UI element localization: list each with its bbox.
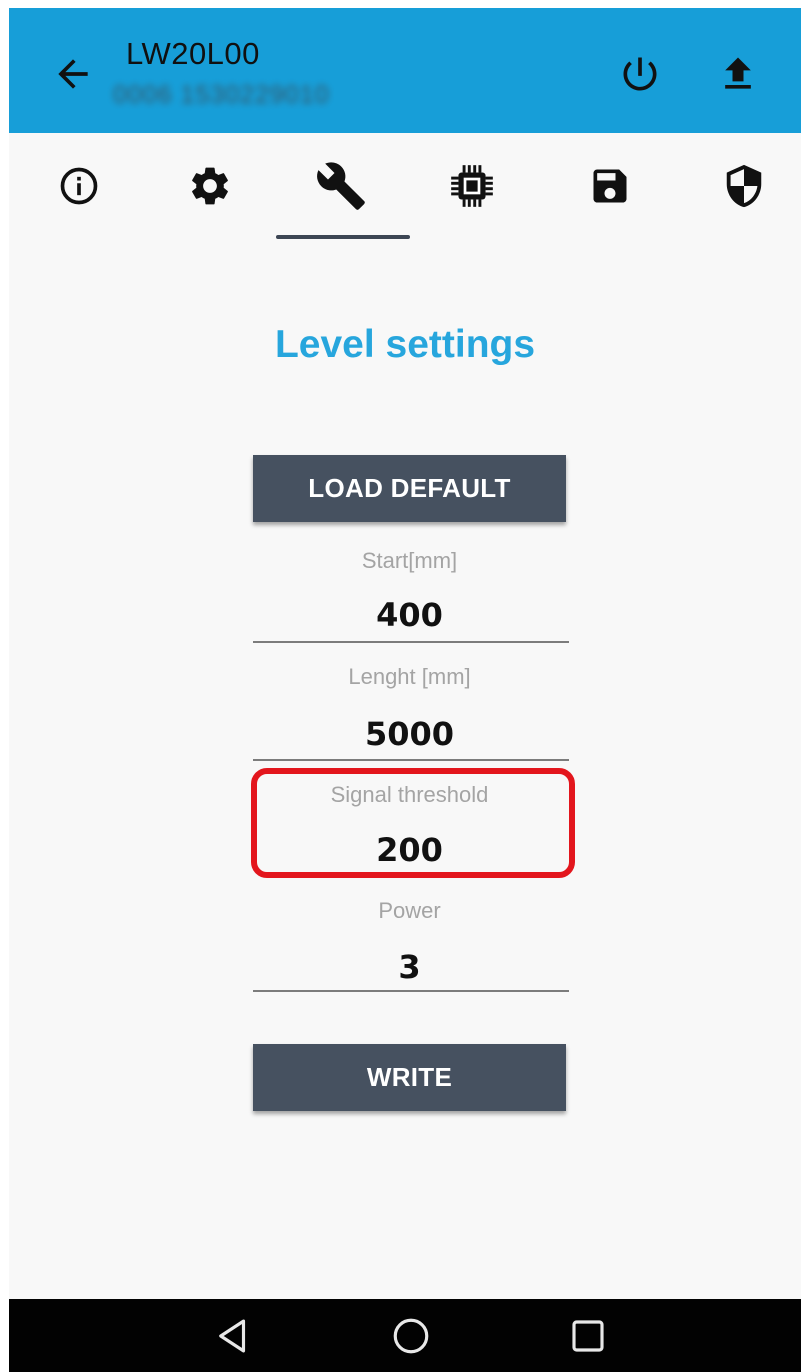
app-bar: LW20L00 0006 1530229010 bbox=[9, 8, 801, 133]
system-navigation-bar bbox=[9, 1299, 801, 1372]
recents-square-icon bbox=[572, 1320, 604, 1352]
tab-tools[interactable] bbox=[315, 160, 367, 212]
device-title: LW20L00 bbox=[126, 36, 260, 71]
power-underline bbox=[253, 990, 569, 992]
settings-gear-icon bbox=[192, 167, 228, 205]
power-button[interactable] bbox=[618, 52, 662, 96]
power-label: Power bbox=[378, 898, 441, 923]
length-input[interactable] bbox=[253, 712, 566, 756]
tab-security[interactable] bbox=[718, 160, 770, 212]
nav-back-button[interactable] bbox=[212, 1315, 254, 1357]
home-circle-icon bbox=[393, 1318, 429, 1354]
length-underline bbox=[253, 759, 569, 761]
tab-settings[interactable] bbox=[184, 160, 236, 212]
device-serial: 0006 1530229010 bbox=[113, 81, 330, 109]
tab-save[interactable] bbox=[584, 160, 636, 212]
tab-hardware[interactable] bbox=[446, 160, 498, 212]
power-input[interactable] bbox=[253, 945, 566, 989]
signal-threshold-highlight bbox=[251, 768, 575, 878]
start-input[interactable] bbox=[253, 593, 566, 637]
info-icon bbox=[60, 167, 98, 205]
chip-icon bbox=[451, 165, 493, 207]
nav-recents-button[interactable] bbox=[567, 1315, 609, 1357]
app-screen: LW20L00 0006 1530229010 Level settings L… bbox=[9, 8, 801, 1372]
start-label: Start[mm] bbox=[361, 548, 458, 573]
upload-button[interactable] bbox=[716, 52, 760, 96]
nav-home-button[interactable] bbox=[390, 1315, 432, 1357]
shield-icon bbox=[726, 164, 762, 208]
arrow-back-icon bbox=[58, 59, 88, 89]
wrench-icon bbox=[317, 162, 365, 210]
upload-icon bbox=[725, 57, 751, 89]
page-title: Level settings bbox=[274, 323, 536, 366]
power-icon bbox=[623, 57, 657, 91]
write-button[interactable]: WRITE bbox=[253, 1044, 566, 1111]
save-floppy-icon bbox=[593, 169, 627, 203]
load-default-button[interactable]: LOAD DEFAULT bbox=[253, 455, 566, 522]
selected-tab-indicator bbox=[276, 235, 410, 239]
back-button[interactable] bbox=[51, 52, 95, 96]
back-triangle-icon bbox=[219, 1319, 246, 1353]
tab-info[interactable] bbox=[53, 160, 105, 212]
length-label: Lenght [mm] bbox=[348, 664, 471, 689]
start-underline bbox=[253, 641, 569, 643]
